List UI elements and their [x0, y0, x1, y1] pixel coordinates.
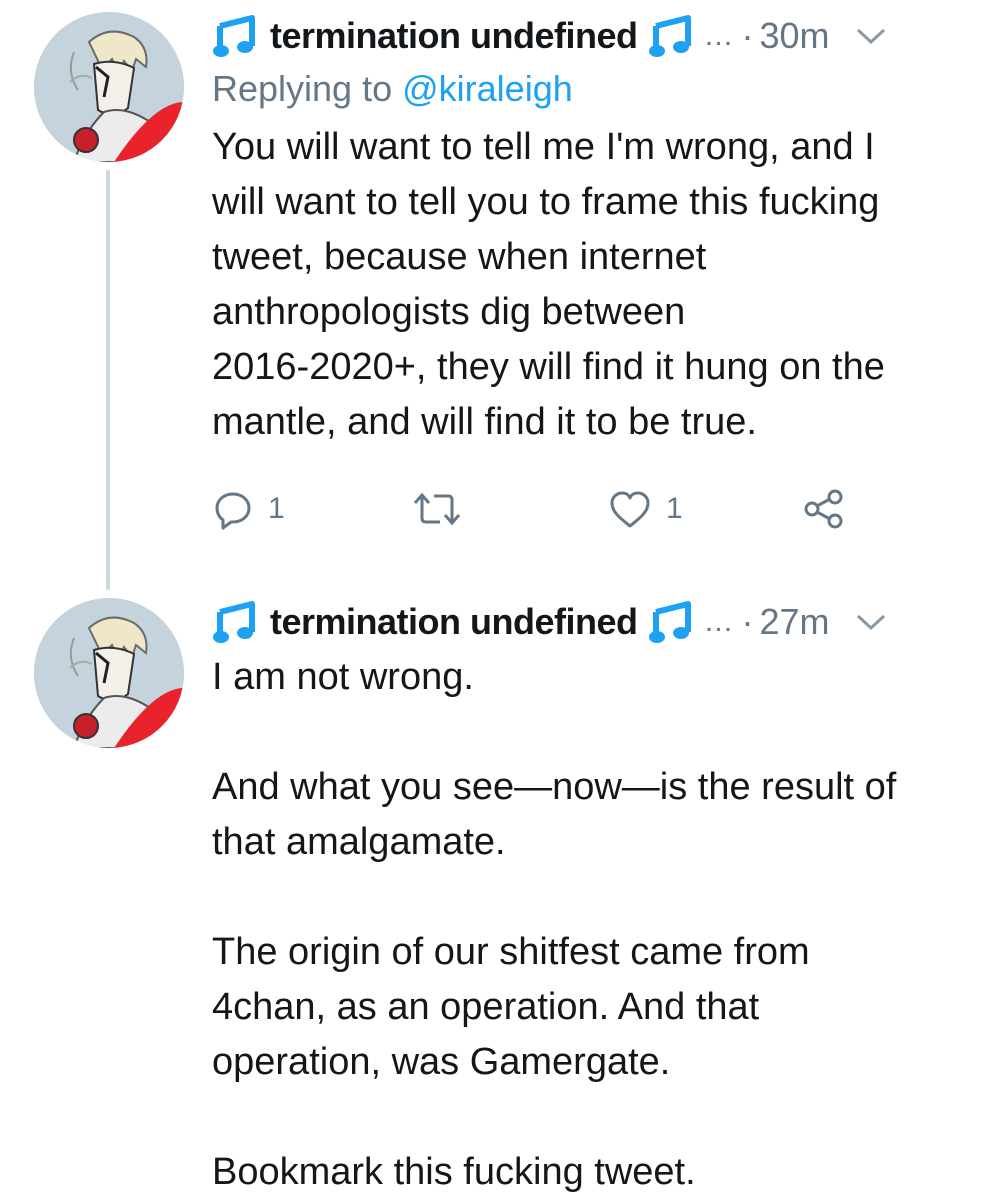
mention-link[interactable]: @kiraleigh — [402, 68, 573, 109]
avatar-illustration — [34, 598, 184, 748]
like-icon — [610, 491, 650, 528]
tweet-content-1: termination undefined … · 30m Replying t… — [212, 10, 982, 450]
tweet-timestamp[interactable]: 30m — [760, 15, 830, 57]
reply-button[interactable]: 1 — [212, 488, 285, 530]
share-icon — [804, 489, 843, 529]
avatar[interactable] — [34, 12, 184, 162]
replying-to: Replying to @kiraleigh — [212, 62, 982, 116]
tweet-header: termination undefined … · 27m — [212, 596, 982, 648]
chevron-down-icon[interactable] — [854, 611, 888, 633]
tweet-text: You will want to tell me I'm wrong, and … — [212, 126, 885, 443]
retweet-button[interactable] — [412, 488, 462, 530]
reply-count: 1 — [268, 492, 285, 525]
display-name[interactable]: termination undefined — [270, 15, 638, 57]
like-button[interactable]: 1 — [608, 488, 683, 530]
music-note-icon — [648, 600, 694, 644]
tweet-timestamp[interactable]: 27m — [760, 601, 830, 643]
chevron-down-icon[interactable] — [854, 25, 888, 47]
share-button[interactable] — [802, 488, 846, 530]
retweet-icon — [413, 492, 461, 526]
separator-dot: · — [741, 15, 754, 56]
tweet-actions: 1 1 — [212, 488, 852, 538]
music-note-icon — [212, 14, 258, 58]
avatar[interactable] — [34, 598, 184, 748]
tweet-content-2: termination undefined … · 27m I am not w… — [212, 596, 982, 1200]
display-name[interactable]: termination undefined — [270, 601, 638, 643]
music-note-icon — [648, 14, 694, 58]
separator-dot: · — [741, 601, 754, 642]
reply-icon — [215, 492, 251, 530]
avatar-illustration — [34, 12, 184, 162]
replying-prefix: Replying to — [212, 68, 393, 109]
music-note-icon — [212, 600, 258, 644]
tweet-header: termination undefined … · 30m — [212, 10, 982, 62]
like-count: 1 — [666, 492, 683, 525]
tweet-text: I am not wrong. And what you see—now—is … — [212, 656, 897, 1193]
truncation-ellipsis: … — [703, 19, 734, 52]
truncation-ellipsis: … — [703, 605, 734, 638]
thread-connector-line — [106, 170, 110, 590]
